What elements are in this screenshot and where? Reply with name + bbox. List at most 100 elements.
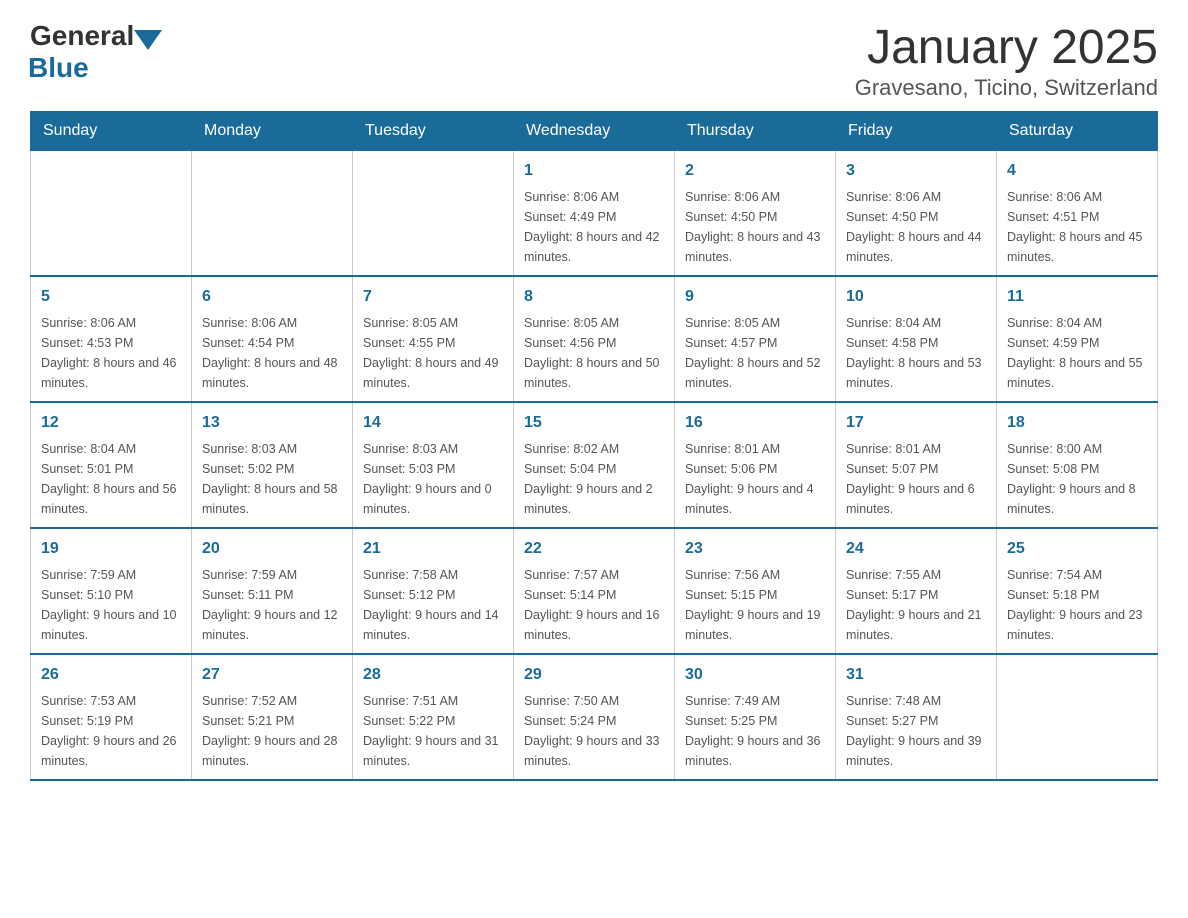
- calendar-day-20: 20Sunrise: 7:59 AM Sunset: 5:11 PM Dayli…: [192, 528, 353, 654]
- day-info: Sunrise: 7:57 AM Sunset: 5:14 PM Dayligh…: [524, 565, 664, 645]
- day-info: Sunrise: 8:03 AM Sunset: 5:03 PM Dayligh…: [363, 439, 503, 519]
- calendar-day-17: 17Sunrise: 8:01 AM Sunset: 5:07 PM Dayli…: [836, 402, 997, 528]
- day-info: Sunrise: 8:04 AM Sunset: 4:59 PM Dayligh…: [1007, 313, 1147, 393]
- calendar-day-5: 5 Sunrise: 8:06 AM Sunset: 4:53 PM Daylig…: [31, 276, 192, 402]
- day-info: Sunrise: 7:59 AM Sunset: 5:11 PM Dayligh…: [202, 565, 342, 645]
- day-info: Sunrise: 8:02 AM Sunset: 5:04 PM Dayligh…: [524, 439, 664, 519]
- calendar-header: SundayMondayTuesdayWednesdayThursdayFrid…: [31, 112, 1158, 151]
- day-info: Sunrise: 8:00 AM Sunset: 5:08 PM Dayligh…: [1007, 439, 1147, 519]
- day-number: 9: [685, 285, 825, 309]
- calendar-day-23: 23 Sunrise: 7:56 AM Sunset: 5:15 PM Dayli…: [675, 528, 836, 654]
- day-info: Sunrise: 7:48 AM Sunset: 5:27 PM Dayligh…: [846, 691, 986, 771]
- calendar-day-28: 28 Sunrise: 7:51 AM Sunset: 5:22 PM Dayli…: [353, 654, 514, 780]
- day-number: 10: [846, 285, 986, 309]
- day-number: 6: [202, 285, 342, 309]
- calendar-title: January 2025: [855, 20, 1158, 75]
- weekday-header-tuesday: Tuesday: [353, 112, 514, 151]
- weekday-header-saturday: Saturday: [997, 112, 1158, 151]
- logo-text-general: General: [30, 20, 134, 52]
- day-info: Sunrise: 7:51 AM Sunset: 5:22 PM Dayligh…: [363, 691, 503, 771]
- weekday-header-wednesday: Wednesday: [514, 112, 675, 151]
- calendar-week-1: 5 Sunrise: 8:06 AM Sunset: 4:53 PM Daylig…: [31, 276, 1158, 402]
- day-info: Sunrise: 7:54 AM Sunset: 5:18 PM Dayligh…: [1007, 565, 1147, 645]
- calendar-day-30: 30 Sunrise: 7:49 AM Sunset: 5:25 PM Dayli…: [675, 654, 836, 780]
- day-info: Sunrise: 8:06 AM Sunset: 4:49 PM Dayligh…: [524, 187, 664, 267]
- calendar-day-14: 14 Sunrise: 8:03 AM Sunset: 5:03 PM Dayli…: [353, 402, 514, 528]
- day-number: 21: [363, 537, 503, 561]
- day-info: Sunrise: 8:01 AM Sunset: 5:07 PM Dayligh…: [846, 439, 986, 519]
- day-info: Sunrise: 8:05 AM Sunset: 4:57 PM Dayligh…: [685, 313, 825, 393]
- day-number: 13: [202, 411, 342, 435]
- logo-text-blue: Blue: [28, 52, 89, 84]
- day-number: 30: [685, 663, 825, 687]
- calendar-body: 1 Sunrise: 8:06 AM Sunset: 4:49 PM Daylig…: [31, 151, 1158, 781]
- day-info: Sunrise: 8:04 AM Sunset: 4:58 PM Dayligh…: [846, 313, 986, 393]
- day-info: Sunrise: 7:50 AM Sunset: 5:24 PM Dayligh…: [524, 691, 664, 771]
- day-info: Sunrise: 8:01 AM Sunset: 5:06 PM Dayligh…: [685, 439, 825, 519]
- day-number: 12: [41, 411, 181, 435]
- calendar-day-9: 9 Sunrise: 8:05 AM Sunset: 4:57 PM Daylig…: [675, 276, 836, 402]
- day-number: 26: [41, 663, 181, 687]
- day-number: 15: [524, 411, 664, 435]
- weekday-header-row: SundayMondayTuesdayWednesdayThursdayFrid…: [31, 112, 1158, 151]
- day-number: 4: [1007, 159, 1147, 183]
- calendar-day-4: 4 Sunrise: 8:06 AM Sunset: 4:51 PM Daylig…: [997, 151, 1158, 277]
- day-number: 18: [1007, 411, 1147, 435]
- calendar-day-24: 24 Sunrise: 7:55 AM Sunset: 5:17 PM Dayli…: [836, 528, 997, 654]
- calendar-day-6: 6Sunrise: 8:06 AM Sunset: 4:54 PM Daylig…: [192, 276, 353, 402]
- calendar-day-16: 16Sunrise: 8:01 AM Sunset: 5:06 PM Dayli…: [675, 402, 836, 528]
- day-number: 23: [685, 537, 825, 561]
- calendar-empty-cell: [353, 151, 514, 277]
- day-number: 2: [685, 159, 825, 183]
- calendar-day-3: 3Sunrise: 8:06 AM Sunset: 4:50 PM Daylig…: [836, 151, 997, 277]
- calendar-week-4: 26Sunrise: 7:53 AM Sunset: 5:19 PM Dayli…: [31, 654, 1158, 780]
- day-info: Sunrise: 7:56 AM Sunset: 5:15 PM Dayligh…: [685, 565, 825, 645]
- day-info: Sunrise: 8:04 AM Sunset: 5:01 PM Dayligh…: [41, 439, 181, 519]
- day-info: Sunrise: 7:49 AM Sunset: 5:25 PM Dayligh…: [685, 691, 825, 771]
- day-number: 24: [846, 537, 986, 561]
- logo: General Blue: [30, 20, 162, 84]
- calendar-day-8: 8Sunrise: 8:05 AM Sunset: 4:56 PM Daylig…: [514, 276, 675, 402]
- calendar-empty-cell: [31, 151, 192, 277]
- calendar-week-2: 12 Sunrise: 8:04 AM Sunset: 5:01 PM Dayli…: [31, 402, 1158, 528]
- day-number: 5: [41, 285, 181, 309]
- weekday-header-monday: Monday: [192, 112, 353, 151]
- day-number: 28: [363, 663, 503, 687]
- title-section: January 2025 Gravesano, Ticino, Switzerl…: [855, 20, 1158, 101]
- calendar-day-29: 29 Sunrise: 7:50 AM Sunset: 5:24 PM Dayli…: [514, 654, 675, 780]
- calendar-day-21: 21 Sunrise: 7:58 AM Sunset: 5:12 PM Dayli…: [353, 528, 514, 654]
- calendar-week-0: 1 Sunrise: 8:06 AM Sunset: 4:49 PM Daylig…: [31, 151, 1158, 277]
- day-number: 14: [363, 411, 503, 435]
- logo-arrow-icon: [134, 30, 162, 50]
- calendar-day-1: 1 Sunrise: 8:06 AM Sunset: 4:49 PM Daylig…: [514, 151, 675, 277]
- calendar-day-19: 19Sunrise: 7:59 AM Sunset: 5:10 PM Dayli…: [31, 528, 192, 654]
- calendar-subtitle: Gravesano, Ticino, Switzerland: [855, 75, 1158, 101]
- day-number: 27: [202, 663, 342, 687]
- calendar-day-22: 22 Sunrise: 7:57 AM Sunset: 5:14 PM Dayli…: [514, 528, 675, 654]
- day-info: Sunrise: 8:06 AM Sunset: 4:50 PM Dayligh…: [685, 187, 825, 267]
- day-info: Sunrise: 8:06 AM Sunset: 4:51 PM Dayligh…: [1007, 187, 1147, 267]
- weekday-header-sunday: Sunday: [31, 112, 192, 151]
- day-number: 7: [363, 285, 503, 309]
- day-number: 1: [524, 159, 664, 183]
- calendar-day-7: 7 Sunrise: 8:05 AM Sunset: 4:55 PM Daylig…: [353, 276, 514, 402]
- day-info: Sunrise: 8:05 AM Sunset: 4:55 PM Dayligh…: [363, 313, 503, 393]
- day-info: Sunrise: 7:55 AM Sunset: 5:17 PM Dayligh…: [846, 565, 986, 645]
- calendar-empty-cell: [192, 151, 353, 277]
- calendar-day-18: 18 Sunrise: 8:00 AM Sunset: 5:08 PM Dayli…: [997, 402, 1158, 528]
- day-number: 22: [524, 537, 664, 561]
- day-number: 3: [846, 159, 986, 183]
- day-number: 19: [41, 537, 181, 561]
- day-info: Sunrise: 7:58 AM Sunset: 5:12 PM Dayligh…: [363, 565, 503, 645]
- calendar-day-26: 26Sunrise: 7:53 AM Sunset: 5:19 PM Dayli…: [31, 654, 192, 780]
- day-info: Sunrise: 8:03 AM Sunset: 5:02 PM Dayligh…: [202, 439, 342, 519]
- calendar-table: SundayMondayTuesdayWednesdayThursdayFrid…: [30, 111, 1158, 781]
- calendar-week-3: 19Sunrise: 7:59 AM Sunset: 5:10 PM Dayli…: [31, 528, 1158, 654]
- calendar-day-11: 11Sunrise: 8:04 AM Sunset: 4:59 PM Dayli…: [997, 276, 1158, 402]
- day-info: Sunrise: 8:06 AM Sunset: 4:53 PM Dayligh…: [41, 313, 181, 393]
- day-number: 8: [524, 285, 664, 309]
- day-number: 29: [524, 663, 664, 687]
- calendar-day-10: 10 Sunrise: 8:04 AM Sunset: 4:58 PM Dayli…: [836, 276, 997, 402]
- calendar-day-27: 27Sunrise: 7:52 AM Sunset: 5:21 PM Dayli…: [192, 654, 353, 780]
- page-header: General Blue January 2025 Gravesano, Tic…: [30, 20, 1158, 101]
